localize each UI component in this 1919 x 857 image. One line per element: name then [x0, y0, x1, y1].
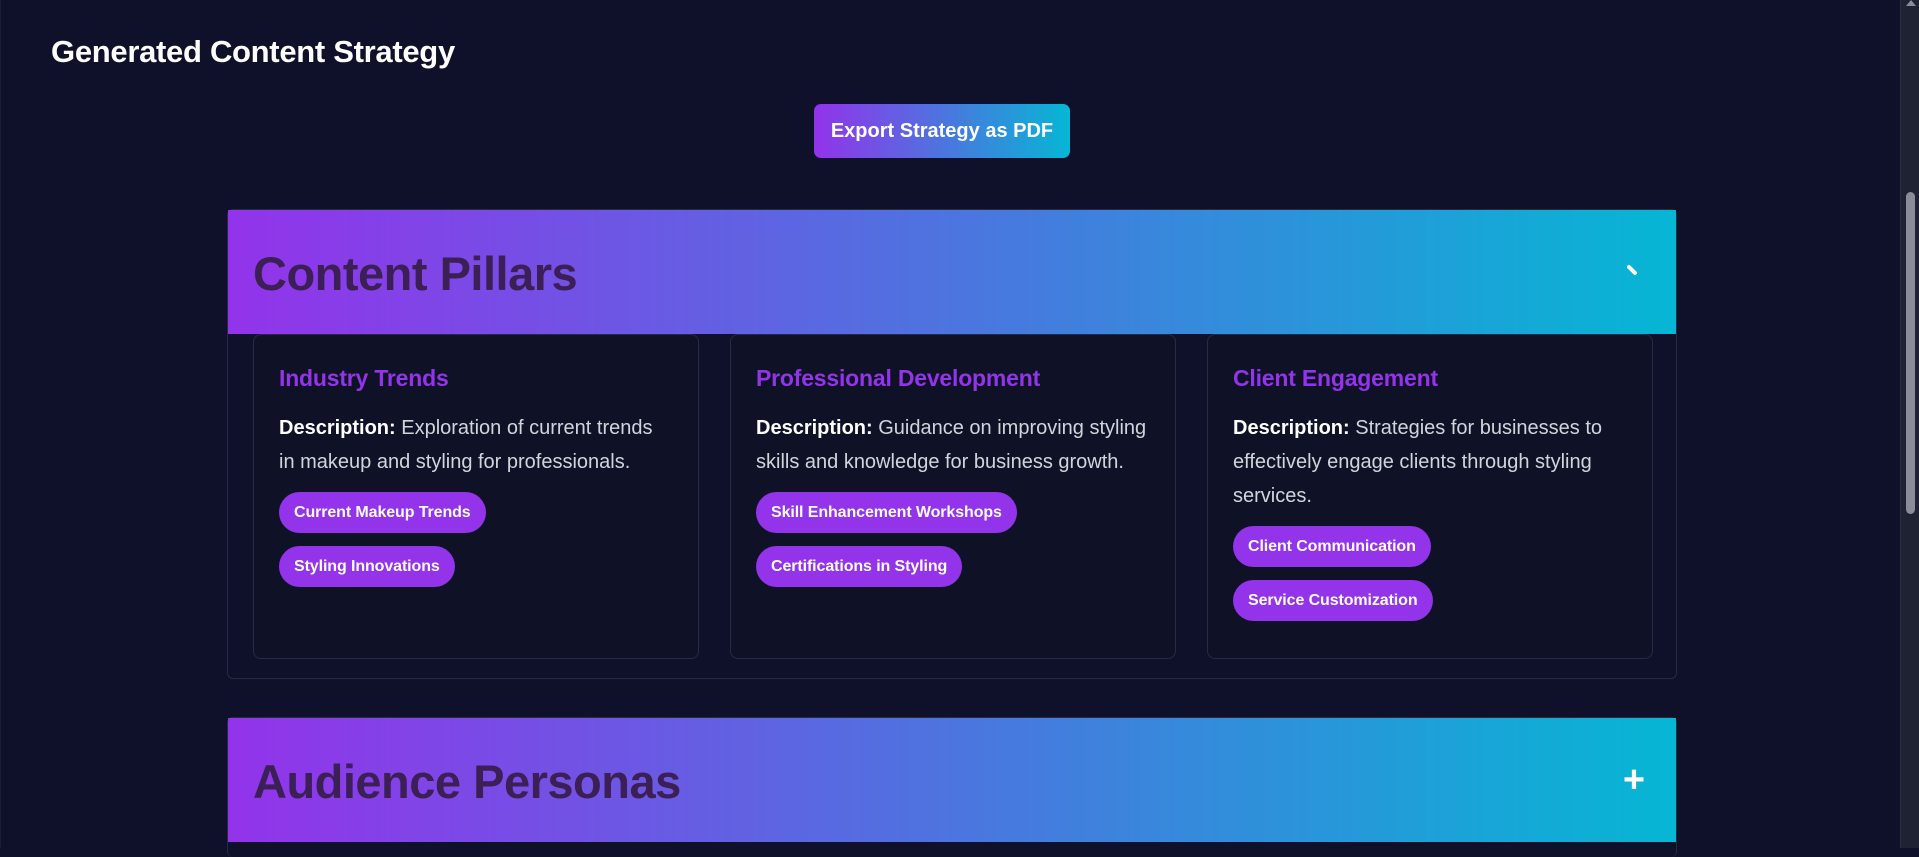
- tag-pill[interactable]: Skill Enhancement Workshops: [756, 492, 1017, 533]
- tag-list: Client Communication Service Customizati…: [1233, 526, 1627, 621]
- section-title: Content Pillars: [253, 247, 578, 300]
- pillar-title: Client Engagement: [1233, 365, 1438, 391]
- pillar-card-client-engagement: Client Engagement Description: Strategie…: [1207, 334, 1653, 659]
- audience-personas-section: Audience Personas +: [227, 717, 1677, 857]
- content-pillars-header[interactable]: Content Pillars: [228, 210, 1676, 334]
- scrollbar-thumb[interactable]: [1906, 192, 1915, 514]
- pillar-description: Description: Guidance on improving styli…: [756, 411, 1150, 479]
- pillar-description: Description: Exploration of current tren…: [279, 411, 673, 479]
- export-pdf-button[interactable]: Export Strategy as PDF: [814, 104, 1070, 158]
- pillar-title: Industry Trends: [279, 365, 449, 391]
- page: Generated Content Strategy Export Strate…: [0, 0, 1900, 857]
- tag-pill[interactable]: Client Communication: [1233, 526, 1431, 567]
- tag-list: Skill Enhancement Workshops Certificatio…: [756, 492, 1150, 587]
- description-label: Description:: [1233, 417, 1350, 439]
- tag-pill[interactable]: Certifications in Styling: [756, 546, 963, 587]
- content-pillars-section: Content Pillars Industry Trends Descript…: [227, 209, 1677, 679]
- section-title: Audience Personas: [253, 755, 681, 808]
- tag-list: Current Makeup Trends Styling Innovation…: [279, 492, 673, 587]
- audience-personas-header[interactable]: Audience Personas +: [228, 718, 1676, 842]
- plus-icon[interactable]: +: [1616, 761, 1652, 799]
- description-label: Description:: [279, 417, 396, 439]
- tag-pill[interactable]: Service Customization: [1233, 580, 1433, 621]
- tag-pill[interactable]: Styling Innovations: [279, 546, 455, 587]
- pillar-description: Description: Strategies for businesses t…: [1233, 411, 1627, 513]
- pillar-card-industry-trends: Industry Trends Description: Exploration…: [253, 334, 699, 659]
- scroll-up-arrow-icon[interactable]: [1906, 0, 1916, 6]
- pillar-title: Professional Development: [756, 365, 1041, 391]
- pillar-card-professional-development: Professional Development Description: Gu…: [730, 334, 1176, 659]
- pillars-grid: Industry Trends Description: Exploration…: [253, 334, 1653, 669]
- collapse-icon[interactable]: [1616, 254, 1652, 290]
- tag-pill[interactable]: Current Makeup Trends: [279, 492, 486, 533]
- description-label: Description:: [756, 417, 873, 439]
- vertical-scrollbar[interactable]: [1900, 0, 1919, 848]
- page-title: Generated Content Strategy: [51, 34, 455, 69]
